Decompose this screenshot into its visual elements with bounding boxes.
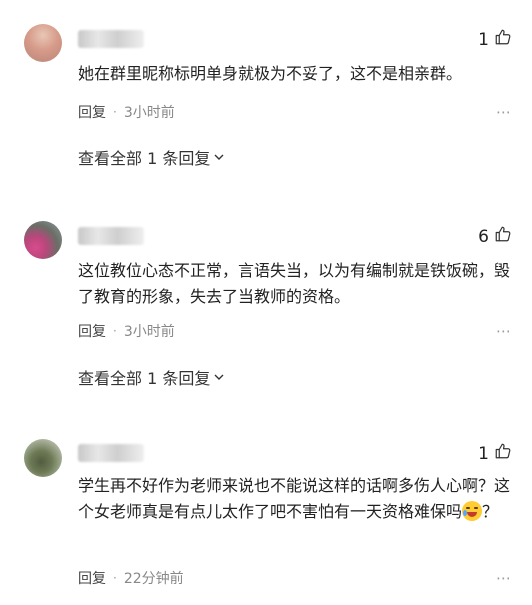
timestamp: 3小时前 [123,324,175,340]
reply-button[interactable]: 回复 [78,321,106,341]
username-blurred [78,444,144,462]
comment-text: 这位教位心态不正常，言语失当，以为有编制就是铁饭碗，毁了教育的形象，失去了当教师… [78,261,511,306]
avatar[interactable] [24,439,62,477]
username[interactable] [78,227,144,245]
separator-dot: · [113,105,117,119]
chevron-down-icon [213,148,225,167]
view-replies-label: 查看全部 1 条回复 [78,369,211,388]
avatar[interactable] [24,221,62,259]
thumbs-up-icon [494,28,512,51]
reply-button[interactable]: 回复 [78,568,106,588]
like-count: 1 [478,443,489,464]
view-replies-button[interactable]: 查看全部 1 条回复 [78,145,225,169]
chevron-down-icon [213,368,225,387]
like-button[interactable]: 1 [478,28,512,51]
view-replies-label: 查看全部 1 条回复 [78,149,211,168]
comment-text-part: ？ [482,502,499,521]
timestamp: 22分钟前 [123,571,184,587]
comment-meta: 回复 · 3小时前 ⋯ [78,321,512,341]
comment-text-part: 学生再不好作为老师来说也不能说这样的话啊多伤人心啊？这个女老师真是有点儿太作了吧… [78,476,511,521]
crying-laughing-emoji-icon [462,501,483,521]
reply-button[interactable]: 回复 [78,102,106,122]
view-replies-button[interactable]: 查看全部 1 条回复 [78,365,225,389]
like-button[interactable]: 6 [478,225,512,248]
like-count: 1 [478,29,489,50]
more-icon[interactable]: ⋯ [496,322,512,340]
like-button[interactable]: 1 [478,442,512,465]
username-blurred [78,30,144,48]
more-icon[interactable]: ⋯ [496,103,512,121]
username[interactable] [78,444,144,462]
separator-dot: · [113,324,117,338]
comment-meta: 回复 · 3小时前 ⋯ [78,102,512,122]
thumbs-up-icon [494,225,512,248]
comment-meta: 回复 · 22分钟前 ⋯ [78,568,512,588]
comment-text: 学生再不好作为老师来说也不能说这样的话啊多伤人心啊？这个女老师真是有点儿太作了吧… [78,473,518,525]
username[interactable] [78,30,144,48]
comment-text: 她在群里昵称标明单身就极为不妥了，这不是相亲群。 [78,64,463,83]
username-blurred [78,227,144,245]
more-icon[interactable]: ⋯ [496,569,512,587]
separator-dot: · [113,571,117,585]
avatar[interactable] [24,24,62,62]
timestamp: 3小时前 [123,105,175,121]
thumbs-up-icon [494,442,512,465]
like-count: 6 [478,226,489,247]
